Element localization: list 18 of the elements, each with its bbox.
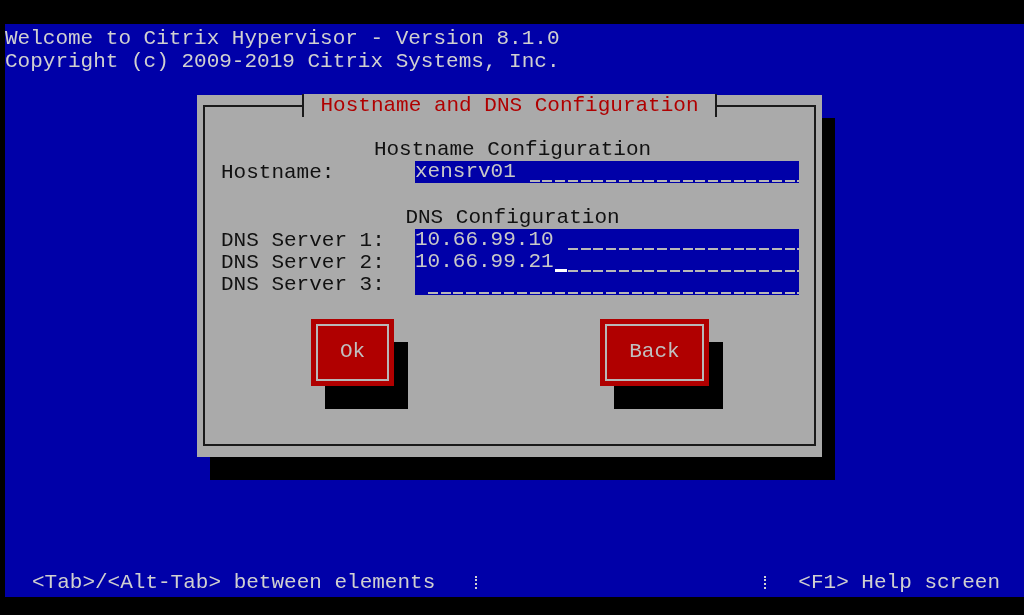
input-field[interactable]: xensrv01 <box>415 161 799 183</box>
field-label: Hostname: <box>221 160 336 184</box>
field-value: 10.66.99.21 <box>415 251 555 273</box>
field-value: xensrv01 <box>415 161 517 183</box>
section-heading: Hostname Configuration <box>373 138 652 161</box>
field-label: DNS Server 3: <box>221 272 386 296</box>
input-field[interactable]: 10.66.99.21 <box>415 251 799 273</box>
section-heading: DNS Configuration <box>405 206 620 229</box>
status-hint: <F1> Help screen <box>798 571 1000 594</box>
input-field[interactable] <box>415 273 799 295</box>
header-line: Welcome to Citrix Hypervisor - Version 8.1.0 <box>5 27 560 50</box>
field-label: DNS Server 2: <box>221 250 386 274</box>
field-value: 10.66.99.10 <box>415 229 555 251</box>
field-label: DNS Server 1: <box>221 228 386 252</box>
header-line: Copyright (c) 2009-2019 Citrix Systems, Inc. <box>5 50 560 73</box>
dialog-title: Hostname and DNS Configuration <box>302 94 717 117</box>
input-field[interactable]: 10.66.99.10 <box>415 229 799 251</box>
status-hint: <Tab>/<Alt-Tab> between elements <box>32 571 436 594</box>
